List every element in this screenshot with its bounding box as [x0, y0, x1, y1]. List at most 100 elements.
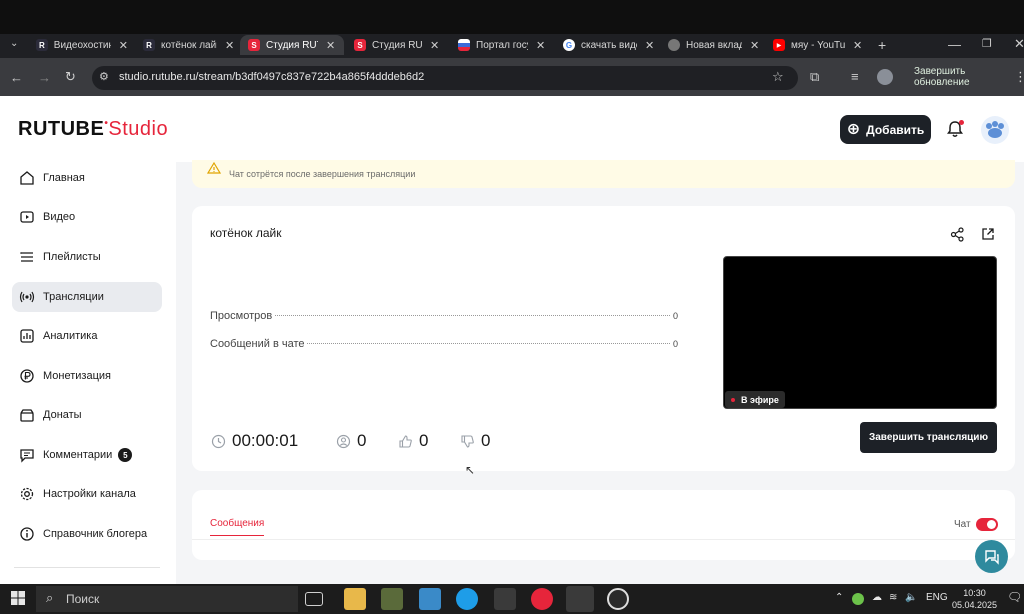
- finish-update-button[interactable]: Завершить обновление: [906, 66, 1024, 88]
- bookmark-star-icon[interactable]: ☆: [772, 69, 784, 85]
- sidebar-item-analytics[interactable]: Аналитика: [12, 321, 162, 351]
- open-external-icon[interactable]: [981, 227, 995, 241]
- minimize-icon[interactable]: —: [948, 37, 961, 52]
- profile-avatar-icon[interactable]: [877, 69, 893, 85]
- sidebar-item-monetization[interactable]: Монетизация: [12, 361, 162, 391]
- gosuslugi-favicon-icon: [458, 39, 470, 51]
- volume-icon[interactable]: 🔈: [905, 592, 917, 603]
- likes-count: 0: [398, 431, 428, 451]
- support-chat-button[interactable]: [975, 540, 1008, 573]
- rutube-studio-logo[interactable]: RUTUBE•Studio: [18, 118, 168, 141]
- mail-app-icon[interactable]: [419, 588, 441, 610]
- chat-messages-stat-row: Сообщений в чате 0: [210, 338, 678, 350]
- yandex-browser-icon[interactable]: [531, 588, 553, 610]
- browser-tab-6[interactable]: G скачать видео ✕: [563, 35, 655, 55]
- tab-messages[interactable]: Сообщения: [210, 518, 265, 536]
- notifications-icon[interactable]: 🗨: [1007, 590, 1022, 604]
- close-tab-icon[interactable]: ✕: [645, 39, 654, 52]
- stream-title: котёнок лайк: [210, 226, 282, 240]
- close-tab-icon[interactable]: ✕: [536, 39, 545, 52]
- forward-icon[interactable]: →: [38, 70, 51, 85]
- tray-app-icon[interactable]: [852, 593, 864, 605]
- stream-preview-player[interactable]: [723, 256, 997, 409]
- close-tab-icon[interactable]: ✕: [326, 39, 335, 52]
- back-icon[interactable]: ←: [10, 70, 23, 85]
- warning-icon: [207, 161, 221, 174]
- close-tab-icon[interactable]: ✕: [225, 39, 234, 52]
- close-tab-icon[interactable]: ✕: [430, 39, 439, 52]
- home-icon: [20, 171, 34, 185]
- sidebar-item-blogger-guide[interactable]: Справочник блогера: [12, 519, 162, 549]
- thumbs-down-icon: [461, 434, 474, 448]
- taskbar-search-input[interactable]: Поиск: [36, 586, 298, 612]
- sidebar-item-broadcasts[interactable]: Трансляции: [12, 282, 162, 312]
- viewers-count: 0: [336, 431, 366, 451]
- browser-tab-5[interactable]: Портал госуслуг ✕: [458, 35, 550, 55]
- chat-toggle[interactable]: [976, 518, 998, 531]
- live-badge: В эфире: [725, 391, 785, 408]
- app-icon[interactable]: [381, 588, 403, 610]
- add-button[interactable]: ⊕ Добавить: [840, 115, 931, 144]
- stream-duration: 00:00:01: [211, 431, 298, 451]
- chrome-taskbar-icon[interactable]: [566, 586, 594, 612]
- youtube-favicon-icon: ▶: [773, 39, 785, 51]
- rutube-favicon-icon: R: [36, 39, 48, 51]
- extensions-icon[interactable]: ⧉: [810, 69, 819, 85]
- notification-dot: [959, 120, 964, 125]
- window-top-bar: [0, 0, 1024, 34]
- tray-chevron-icon[interactable]: ⌃: [835, 592, 843, 603]
- share-icon[interactable]: [950, 227, 965, 242]
- browser-tab-3[interactable]: S Студия RUTUBE ✕: [240, 35, 344, 55]
- tab-search-icon[interactable]: ⌄: [10, 38, 18, 49]
- browser-tab-2[interactable]: R котёнок лайк ✕: [143, 35, 235, 55]
- restore-icon[interactable]: ❐: [982, 37, 992, 50]
- search-icon: ⌕: [46, 590, 54, 605]
- close-tab-icon[interactable]: ✕: [119, 39, 128, 52]
- browser-tab-4[interactable]: S Студия RUTUBE ✕: [354, 35, 446, 55]
- menu-icon[interactable]: ⋮: [1014, 69, 1024, 85]
- language-indicator[interactable]: ENG: [926, 592, 948, 603]
- gear-icon: [20, 487, 34, 501]
- info-icon: [20, 527, 34, 541]
- network-icon[interactable]: ☁: [872, 592, 882, 603]
- close-window-icon[interactable]: ✕: [1014, 36, 1024, 52]
- reload-icon[interactable]: ↻: [65, 69, 76, 85]
- wifi-icon[interactable]: ≋: [889, 592, 897, 603]
- dislikes-count: 0: [460, 431, 490, 451]
- sidebar-item-donations[interactable]: Донаты: [12, 400, 162, 430]
- chat-toggle-label: Чат: [954, 519, 971, 530]
- media-icon[interactable]: ≡: [851, 69, 859, 84]
- analytics-icon: [20, 329, 34, 343]
- new-tab-icon[interactable]: +: [878, 37, 886, 53]
- studio-favicon-icon: S: [354, 39, 366, 51]
- comment-icon: [20, 449, 34, 463]
- task-view-icon[interactable]: [305, 592, 323, 606]
- taskbar-clock[interactable]: 10:30 05.04.2025: [952, 587, 997, 611]
- browser-tab-7[interactable]: Новая вкладка ✕: [668, 35, 760, 55]
- user-avatar[interactable]: [981, 116, 1009, 144]
- file-explorer-icon[interactable]: [344, 588, 366, 610]
- sidebar-item-comments[interactable]: Комментарии 5: [12, 440, 162, 470]
- sidebar-item-video[interactable]: Видео: [12, 202, 162, 232]
- site-info-icon[interactable]: ⚙: [99, 70, 109, 83]
- chrome-favicon-icon: [668, 39, 680, 51]
- end-stream-button[interactable]: Завершить трансляцию: [860, 422, 997, 453]
- chat-notice-banner: Чат сотрётся после завершения трансляции: [192, 160, 1015, 188]
- windows-start-icon[interactable]: [11, 591, 25, 605]
- close-tab-icon[interactable]: ✕: [750, 39, 759, 52]
- edge-browser-icon[interactable]: [456, 588, 478, 610]
- chat-messages-count: 0: [672, 339, 678, 349]
- sidebar-item-playlists[interactable]: Плейлисты: [12, 242, 162, 272]
- close-tab-icon[interactable]: ✕: [853, 39, 862, 52]
- clock-icon: [211, 434, 226, 448]
- live-dot-icon: [731, 397, 735, 402]
- sidebar-item-channel-settings[interactable]: Настройки канала: [12, 479, 162, 509]
- obs-app-icon[interactable]: [607, 588, 629, 610]
- game-app-icon[interactable]: [494, 588, 516, 610]
- browser-tab-8[interactable]: ▶ мяу - YouTube ✕: [773, 35, 865, 55]
- comments-count-badge: 5: [118, 448, 133, 462]
- url-text[interactable]: studio.rutube.ru/stream/b3df0497c837e722…: [119, 71, 424, 83]
- sidebar-divider: [14, 567, 160, 568]
- browser-tab-1[interactable]: R Видеохостинг ✕: [36, 35, 128, 55]
- sidebar-item-home[interactable]: Главная: [12, 163, 162, 193]
